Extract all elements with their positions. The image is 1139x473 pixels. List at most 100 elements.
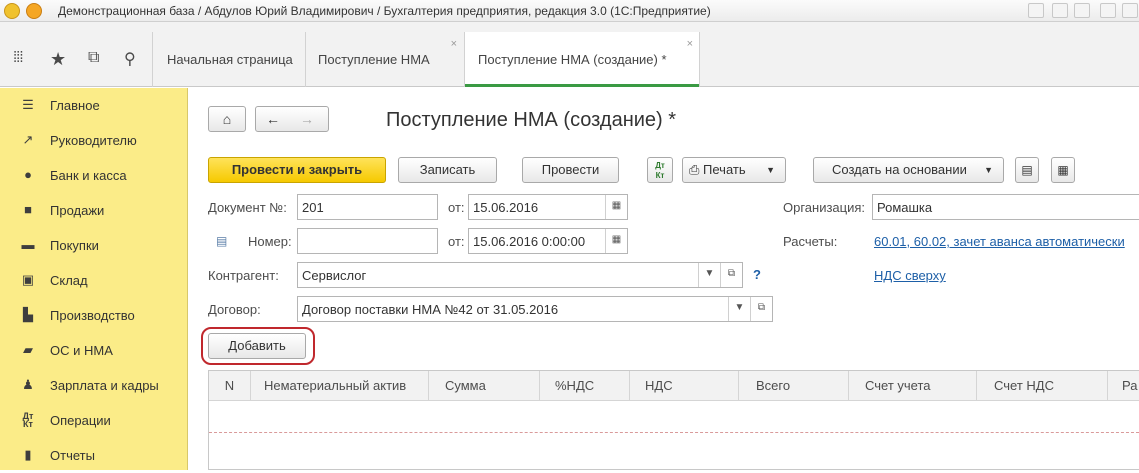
back-arrow-icon[interactable]: ← (266, 107, 280, 131)
column-header[interactable]: Счет учета (849, 371, 977, 401)
sidebar-item-label: Руководителю (50, 133, 137, 148)
bag-icon: ■ (24, 202, 32, 217)
chevron-down-icon: ▼ (766, 165, 775, 175)
chevron-down-icon[interactable]: ▼ (698, 263, 720, 287)
print-window-icon[interactable] (1052, 3, 1068, 18)
sidebar-item-main[interactable]: ☰ Главное (0, 88, 188, 123)
vat-mode-link[interactable]: НДС сверху (874, 268, 946, 283)
post-button[interactable]: Провести (522, 157, 619, 183)
more-window-icon[interactable] (1122, 3, 1138, 18)
incoming-doc-icon: ▤ (216, 234, 228, 248)
close-icon[interactable]: × (451, 38, 457, 50)
sidebar-item-label: Операции (50, 413, 111, 428)
doc-date-label: от: (448, 200, 465, 215)
tab-nma-list[interactable]: Поступление НМА × (305, 32, 463, 87)
favorites-star-icon[interactable]: ★ (50, 49, 66, 70)
sidebar-item-production[interactable]: ▙ Производство (0, 298, 188, 333)
column-header[interactable]: Сумма (429, 371, 540, 401)
tab-label: Поступление НМА (создание) * (478, 52, 667, 67)
incoming-date-value: 15.06.2016 0:00:00 (473, 234, 586, 249)
forward-arrow-icon[interactable]: → (300, 107, 314, 131)
doc-number-field[interactable]: 201 (297, 194, 438, 220)
sidebar-item-sales[interactable]: ■ Продажи (0, 193, 188, 228)
dt-kt-button[interactable]: Дт Кт (647, 157, 673, 183)
column-header[interactable]: Счет НДС (977, 371, 1108, 401)
column-header[interactable]: N (209, 371, 251, 401)
history-icon[interactable]: ⧉ (88, 49, 99, 67)
open-icon[interactable]: ⧉ (720, 263, 742, 287)
app-logo-icon[interactable] (4, 3, 20, 19)
settlements-label: Расчеты: (783, 234, 838, 249)
people-icon: ♟ (22, 377, 34, 392)
empty-row-placeholder (209, 432, 1139, 433)
sidebar-item-warehouse[interactable]: ▣ Склад (0, 263, 188, 298)
contract-field[interactable]: Договор поставки НМА №42 от 31.05.2016 ▼… (297, 296, 773, 322)
dt-kt-icon: Дт Кт (22, 411, 34, 429)
org-label: Организация: (783, 200, 866, 215)
doc-date-field[interactable]: 15.06.2016 ▦ (468, 194, 628, 220)
calendar-icon[interactable]: ▦ (605, 195, 627, 219)
doc-number-label: Документ №: (208, 200, 287, 215)
save-button[interactable]: Записать (398, 157, 497, 183)
tab-home[interactable]: Начальная страница (152, 32, 305, 87)
contractor-value: Сервислог (302, 268, 367, 283)
sidebar-item-salary[interactable]: ♟ Зарплата и кадры (0, 368, 188, 403)
add-button[interactable]: Добавить (208, 333, 306, 359)
close-icon[interactable]: × (687, 38, 693, 50)
sidebar-item-os-nma[interactable]: ▰ ОС и НМА (0, 333, 188, 368)
printer-icon: ⎙ (689, 162, 700, 177)
sidebar-item-operations[interactable]: Дт Кт Операции (0, 403, 188, 438)
calendar-icon[interactable]: ▦ (605, 229, 627, 253)
home-button[interactable]: ⌂ (208, 106, 246, 132)
window-title: Демонстрационная база / Абдулов Юрий Вла… (58, 4, 711, 18)
truck-icon: ▰ (23, 342, 33, 357)
main-menu-icon[interactable] (26, 3, 42, 19)
create-based-on-button[interactable]: Создать на основании ▼ (813, 157, 1004, 183)
sidebar-item-label: Главное (50, 98, 100, 113)
column-header[interactable]: НДС (630, 371, 739, 401)
sidebar-item-bank[interactable]: ● Банк и касса (0, 158, 188, 193)
sidebar-item-manager[interactable]: ↗ Руководителю (0, 123, 188, 158)
help-link[interactable]: ? (753, 267, 761, 282)
tab-nma-create[interactable]: Поступление НМА (создание) * × (464, 32, 700, 87)
open-icon[interactable]: ⧉ (750, 297, 772, 321)
apps-grid-icon[interactable]: ⁞⁞⁞ (13, 49, 23, 66)
sidebar-item-label: Отчеты (50, 448, 95, 463)
document-icon[interactable]: ▤ (1015, 157, 1039, 183)
box-icon: ▣ (21, 272, 35, 287)
print-label: Печать (703, 162, 746, 177)
favorites-window-icon[interactable] (1100, 3, 1116, 18)
save-window-icon[interactable] (1074, 3, 1090, 18)
incoming-number-field[interactable] (297, 228, 438, 254)
number-label: Номер: (248, 234, 292, 249)
nma-table[interactable]: N Нематериальный актив Сумма %НДС НДС Вс… (208, 370, 1139, 470)
sidebar-item-purchases[interactable]: ▬ Покупки (0, 228, 188, 263)
settlements-link[interactable]: 60.01, 60.02, зачет аванса автоматически (874, 234, 1125, 249)
chevron-down-icon[interactable]: ▼ (728, 297, 750, 321)
number-date-label: от: (448, 234, 465, 249)
sidebar-item-label: Покупки (50, 238, 99, 253)
search-icon[interactable]: ⚲ (124, 49, 136, 69)
sidebar-item-reports[interactable]: ▮ Отчеты (0, 438, 188, 473)
sidebar-item-label: Банк и касса (50, 168, 127, 183)
contractor-field[interactable]: Сервислог ▼ ⧉ (297, 262, 743, 288)
print-button[interactable]: ⎙ Печать ▼ (682, 157, 786, 183)
notifications-icon[interactable] (1028, 3, 1044, 18)
sidebar-item-label: Продажи (50, 203, 105, 218)
contractor-label: Контрагент: (208, 268, 279, 283)
column-header[interactable]: %НДС (540, 371, 630, 401)
calculator-icon[interactable]: ▦ (1051, 157, 1075, 183)
column-header[interactable]: Всего (739, 371, 849, 401)
sidebar-item-label: Зарплата и кадры (50, 378, 159, 393)
post-and-close-button[interactable]: Провести и закрыть (208, 157, 386, 183)
doc-date-value: 15.06.2016 (473, 200, 539, 215)
incoming-date-field[interactable]: 15.06.2016 0:00:00 ▦ (468, 228, 628, 254)
sidebar-item-label: Склад (50, 273, 88, 288)
sidebar-item-label: Производство (50, 308, 135, 323)
tab-label: Начальная страница (167, 52, 293, 67)
factory-icon: ▙ (23, 307, 33, 322)
column-header[interactable]: Ра (1108, 371, 1139, 401)
column-header[interactable]: Нематериальный актив (251, 371, 429, 401)
section-tabs-bar: ⁞⁞⁞ ★ ⧉ ⚲ Начальная страница Поступление… (0, 22, 1139, 87)
org-field[interactable]: Ромашка (872, 194, 1139, 220)
